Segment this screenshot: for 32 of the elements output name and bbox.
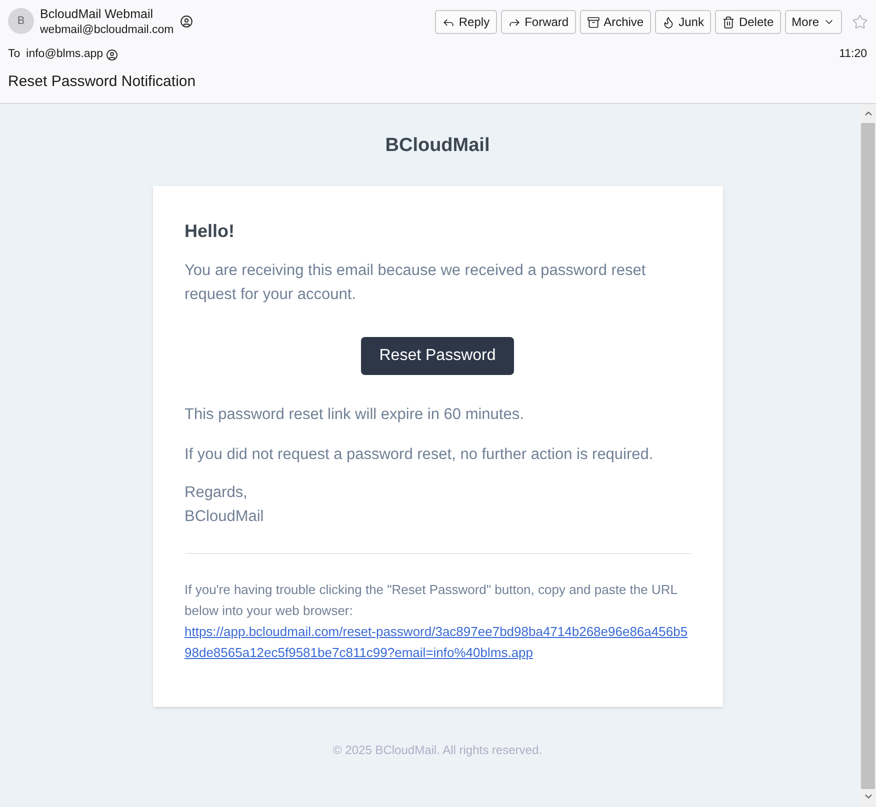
more-button[interactable]: More (784, 10, 842, 34)
scroll-thumb[interactable] (861, 123, 875, 789)
star-icon[interactable] (852, 14, 868, 30)
sender-email: webmail@bcloudmail.com (40, 23, 174, 38)
intro-text: You are receiving this email because we received a password reset request for your account. (184, 260, 647, 304)
reply-button[interactable]: Reply (434, 10, 497, 34)
sender-name: BcloudMail Webmail (40, 6, 154, 22)
message-time: 11:20 (839, 47, 867, 62)
signature-text: BCloudMail (184, 506, 265, 526)
recipient-address[interactable]: info@blms.app (26, 46, 104, 64)
forward-button[interactable]: Forward (500, 10, 576, 34)
greeting: Hello! (184, 220, 236, 242)
footer-text: © 2025 BCloudMail. All rights reserved. (333, 742, 542, 758)
scrollbar[interactable] (860, 104, 876, 807)
avatar: B (8, 8, 34, 34)
flame-icon (662, 16, 675, 28)
trouble-text: If you're having trouble clicking the "Reset Password" button, copy and paste the URL below into your web browser: (184, 580, 678, 620)
regards-text: Regards, (184, 482, 248, 502)
contact-icon[interactable] (180, 15, 193, 28)
archive-button[interactable]: Archive (580, 10, 651, 34)
reset-link[interactable]: https://app.bcloudmail.com/reset-password/3ac897ee7bd98ba4714b268e96e86a456b598de8565a12ec5f9581be7c811c99?email=info%40blms.app (184, 620, 690, 662)
body-text: If you did not request a password reset, no further action is required. (184, 444, 654, 464)
brand-title: BCloudMail (385, 134, 490, 158)
junk-button[interactable]: Junk (654, 10, 711, 34)
reset-password-button[interactable]: Reset Password (361, 336, 514, 374)
body-text: This password reset link will expire in 60 minutes. (184, 404, 525, 424)
message-subject: Reset Password Notification (8, 72, 197, 92)
trash-icon (722, 16, 735, 28)
to-label: To (8, 47, 20, 62)
delete-button[interactable]: Delete (714, 10, 781, 34)
contact-icon[interactable] (106, 48, 118, 61)
archive-icon (586, 16, 600, 28)
